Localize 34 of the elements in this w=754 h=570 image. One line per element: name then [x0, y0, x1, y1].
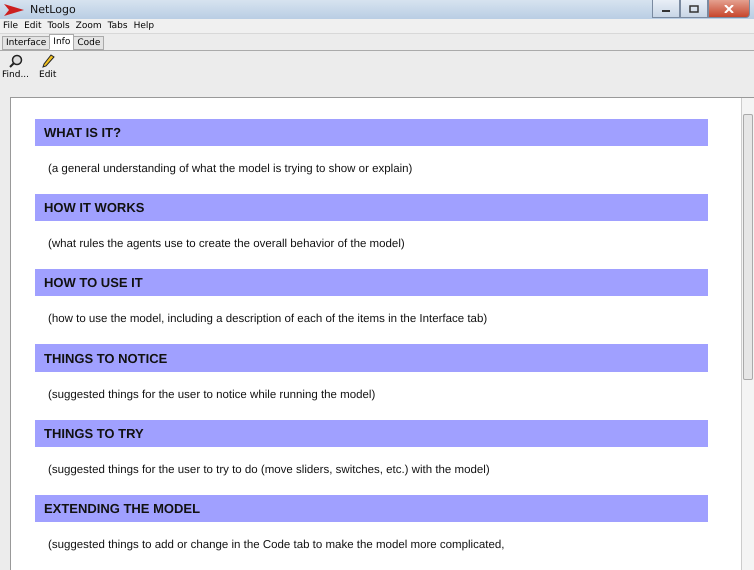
section-heading: EXTENDING THE MODEL — [35, 494, 708, 522]
menu-item[interactable]: File — [3, 20, 18, 32]
menu-item[interactable]: Tools — [48, 20, 70, 32]
section-heading: WHAT IS IT? — [35, 119, 708, 146]
tab[interactable]: Code — [73, 36, 104, 50]
close-button[interactable] — [708, 0, 750, 18]
tab[interactable]: Info — [49, 34, 74, 50]
section-text: (a general understanding of what the model is trying to show or explain) — [47, 162, 414, 178]
maximize-button[interactable] — [680, 0, 708, 18]
magnifier-icon — [8, 54, 23, 68]
section-text: (how to use the model, including a description of each of the items in the Interface tab) — [47, 312, 488, 328]
close-icon — [724, 4, 734, 12]
section-heading: HOW TO USE IT — [35, 269, 708, 296]
section-text: (what rules the agents use to create the overall behavior of the model) — [47, 237, 406, 252]
section-heading: THINGS TO NOTICE — [35, 344, 708, 372]
logo-icon — [4, 4, 24, 16]
section-heading: HOW IT WORKS — [35, 194, 708, 222]
section-text: (suggested things for the user to notice while running the model) — [47, 388, 376, 403]
maximize-icon — [689, 4, 699, 12]
section-text: (suggested things to add or change in the Code tab to make the model more complicated, — [47, 538, 506, 553]
find-button[interactable]: Find... — [2, 54, 30, 93]
menu-item[interactable]: Zoom — [76, 20, 102, 32]
pencil-icon — [40, 54, 55, 68]
tab[interactable]: Interface — [2, 36, 50, 50]
window-title: NetLogo — [30, 3, 76, 16]
menu-item[interactable]: Edit — [24, 20, 42, 32]
edit-button[interactable]: Edit — [39, 54, 56, 93]
menu-item[interactable]: Help — [134, 20, 154, 32]
scroll-thumb[interactable] — [743, 114, 753, 380]
menu-item[interactable]: Tabs — [108, 20, 128, 32]
section-text: (suggested things for the user to try to do (move sliders, switches, etc.) with the model) — [47, 462, 491, 478]
section-heading: THINGS TO TRY — [35, 420, 708, 447]
minimize-button[interactable] — [652, 0, 680, 18]
scrollbar[interactable] — [741, 98, 754, 570]
